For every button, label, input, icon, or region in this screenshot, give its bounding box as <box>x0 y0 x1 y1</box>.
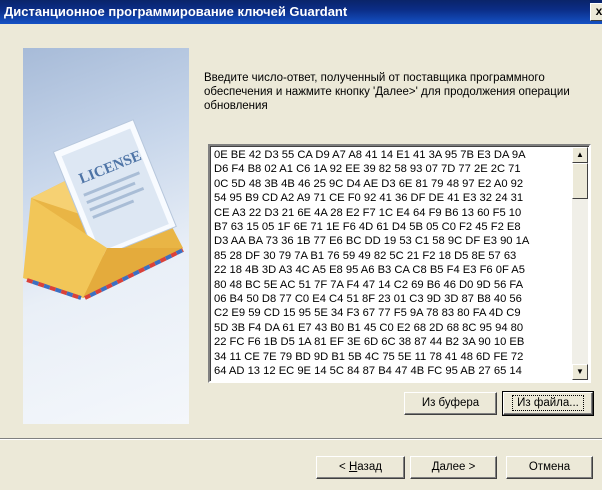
cancel-button[interactable]: Отмена <box>506 456 593 479</box>
response-code-text: 0E BE 42 D3 55 CA D9 A7 A8 41 14 E1 41 3… <box>214 149 530 378</box>
title-bar: Дистанционное программирование ключей Gu… <box>0 0 602 24</box>
vertical-scrollbar[interactable]: ▲ ▼ <box>572 147 588 380</box>
next-button[interactable]: Далее > <box>410 456 497 479</box>
scroll-up-arrow-icon[interactable]: ▲ <box>572 147 588 163</box>
scroll-down-arrow-icon[interactable]: ▼ <box>572 364 588 380</box>
response-code-textarea[interactable]: 0E BE 42 D3 55 CA D9 A7 A8 41 14 E1 41 3… <box>208 144 591 383</box>
from-file-label: Из файла... <box>512 395 584 411</box>
instruction-text: Введите число-ответ, полученный от поста… <box>204 72 570 112</box>
close-button[interactable]: x <box>590 3 602 21</box>
scrollbar-thumb[interactable] <box>572 163 588 199</box>
from-file-button[interactable]: Из файла... <box>502 391 594 416</box>
footer-separator <box>0 438 602 440</box>
from-buffer-button[interactable]: Из буфера <box>404 392 497 415</box>
wizard-side-image: LICENSE <box>23 48 189 424</box>
back-button[interactable]: < Назад <box>316 456 405 479</box>
license-envelope-icon: LICENSE <box>23 119 184 300</box>
window-title: Дистанционное программирование ключей Gu… <box>4 4 348 19</box>
